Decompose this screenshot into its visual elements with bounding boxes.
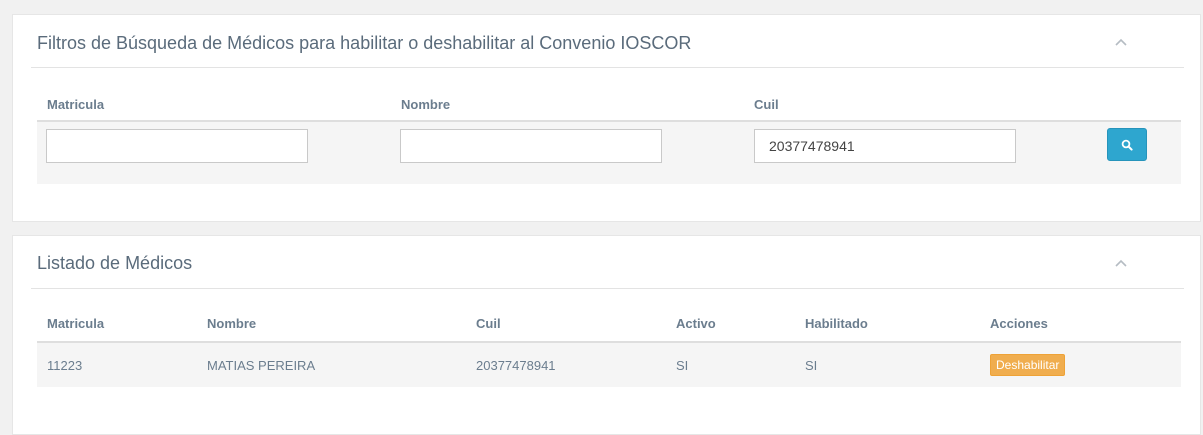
chevron-up-icon[interactable] xyxy=(1114,258,1128,268)
cell-cuil: 20377478941 xyxy=(466,342,666,387)
filter-input-row xyxy=(37,122,1181,184)
divider xyxy=(31,67,1184,68)
column-header-nombre[interactable]: Nombre xyxy=(197,306,466,343)
nombre-input[interactable] xyxy=(400,129,662,163)
cell-habilitado: SI xyxy=(795,342,980,387)
filters-panel-title: Filtros de Búsqueda de Médicos para habi… xyxy=(37,33,692,53)
chevron-up-icon[interactable] xyxy=(1114,37,1128,47)
table-row: 11223 MATIAS PEREIRA 20377478941 SI SI D… xyxy=(37,342,1181,387)
nombre-label: Nombre xyxy=(401,97,451,112)
search-button[interactable] xyxy=(1107,128,1147,161)
cuil-label: Cuil xyxy=(754,97,779,112)
filter-form: Matricula Nombre Cuil xyxy=(37,92,1181,184)
list-panel-title: Listado de Médicos xyxy=(37,253,193,273)
divider xyxy=(31,288,1184,289)
column-header-cuil[interactable]: Cuil xyxy=(466,306,666,343)
cell-activo: SI xyxy=(666,342,795,387)
column-header-activo[interactable]: Activo xyxy=(666,306,795,343)
column-header-acciones: Acciones xyxy=(980,306,1181,343)
cell-acciones: Deshabilitar xyxy=(980,342,1181,387)
cell-matricula: 11223 xyxy=(37,342,197,387)
filter-header-row: Matricula Nombre Cuil xyxy=(37,92,1181,122)
list-panel: Listado de Médicos Matricula Nombre Cuil… xyxy=(12,235,1201,435)
table-header-row: Matricula Nombre Cuil Activo Habilitado … xyxy=(37,306,1181,343)
search-icon xyxy=(1121,139,1133,151)
medicos-table: Matricula Nombre Cuil Activo Habilitado … xyxy=(37,306,1181,387)
matricula-label: Matricula xyxy=(47,97,105,112)
cuil-input[interactable] xyxy=(754,129,1016,163)
deshabilitar-button[interactable]: Deshabilitar xyxy=(990,354,1066,376)
column-header-matricula[interactable]: Matricula xyxy=(37,306,197,343)
filters-panel: Filtros de Búsqueda de Médicos para habi… xyxy=(12,14,1201,222)
matricula-input[interactable] xyxy=(46,129,308,163)
column-header-habilitado[interactable]: Habilitado xyxy=(795,306,980,343)
cell-nombre: MATIAS PEREIRA xyxy=(197,342,466,387)
